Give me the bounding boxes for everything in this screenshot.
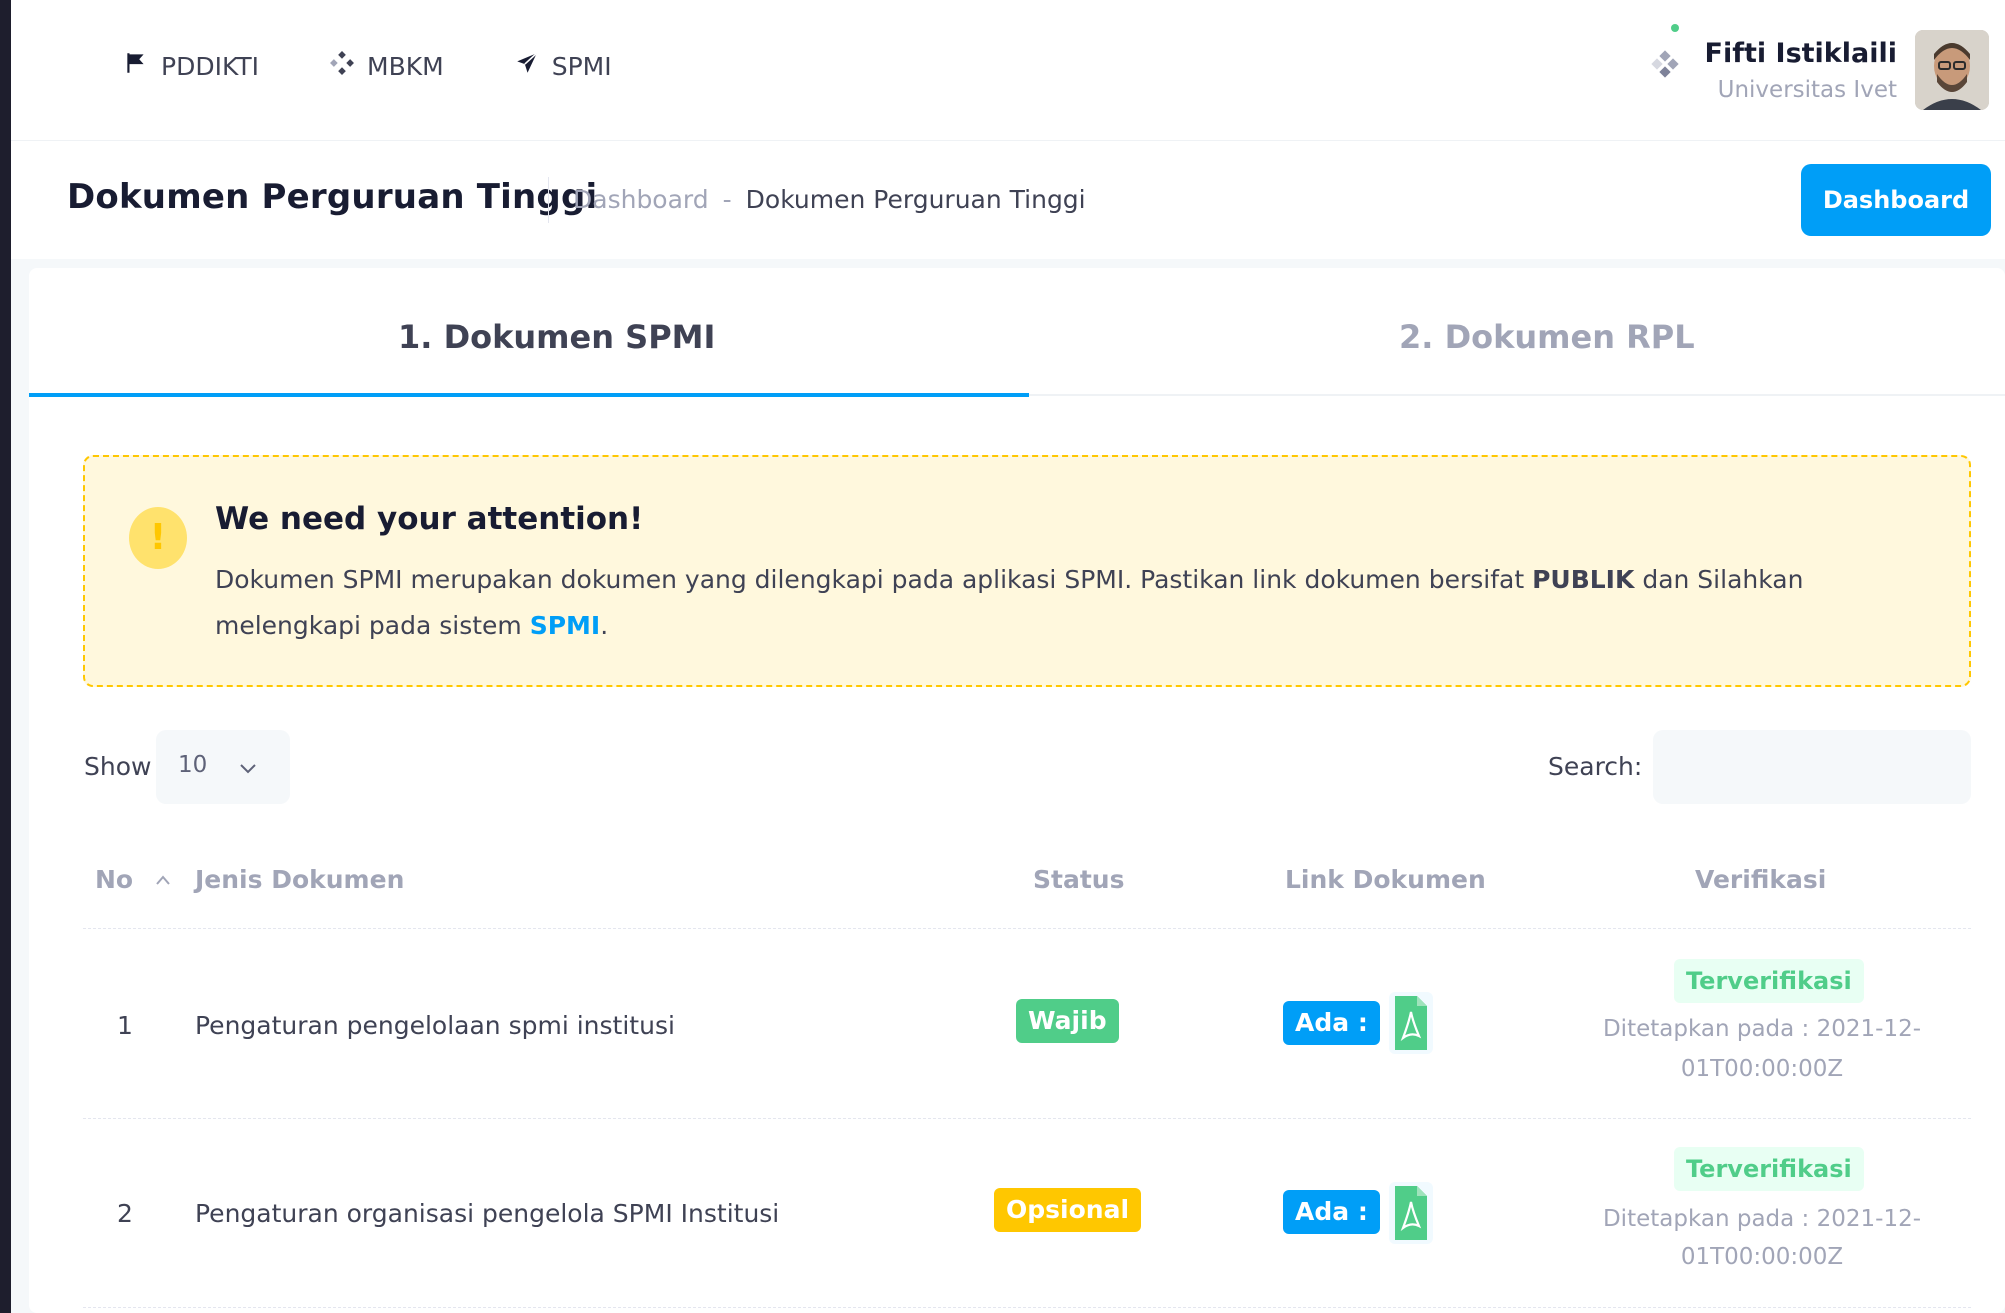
nav-item-spmi[interactable]: SPMI [514,50,612,82]
breadcrumb-current: Dokumen Perguruan Tinggi [745,185,1086,214]
active-tab-indicator [29,393,1029,397]
nav-item-mbkm[interactable]: MBKM [329,50,444,82]
alert-bold-text: PUBLIK [1532,565,1635,594]
search-label: Search: [1548,752,1643,781]
status-badge: Wajib [1016,999,1119,1043]
user-name: Fifti Istiklaili [1704,37,1897,69]
paper-plane-icon [514,50,540,82]
alert-title: We need your attention! [215,501,644,537]
alert-text: . [600,611,609,640]
verification-date: Ditetapkan pada : 2021-12- [1602,1206,1922,1232]
alert-message: Dokumen SPMI merupakan dokumen yang dile… [215,557,1935,649]
nav-item-pddikti[interactable]: PDDIKTI [123,50,259,82]
cell-jenis-dokumen: Pengaturan pengelolaan spmi institusi [195,1011,675,1040]
page: PDDIKTI MBKM SPMI Fifti Istiklaili Unive… [11,0,2005,1313]
column-header-status[interactable]: Status [1033,865,1124,894]
title-divider [548,177,549,223]
dashboard-button[interactable]: Dashboard [1801,164,1991,236]
dots-diamond-icon [329,50,355,82]
page-toolbar: Dokumen Perguruan Tinggi Dashboard - Dok… [11,141,2005,259]
nav-item-label: MBKM [367,51,444,81]
row-divider [83,1118,1971,1119]
user-menu[interactable]: Fifti Istiklaili Universitas Ivet [1705,30,1989,110]
user-organization: Universitas Ivet [1717,76,1897,103]
pdf-file-icon[interactable] [1389,1182,1433,1244]
cell-no: 2 [117,1199,133,1228]
attention-alert: ! We need your attention! Dokumen SPMI m… [83,455,1971,687]
page-title: Dokumen Perguruan Tinggi [67,177,598,217]
column-header-verifikasi[interactable]: Verifikasi [1695,865,1826,894]
link-ada-button[interactable]: Ada : [1283,1001,1380,1045]
nav-item-label: SPMI [551,51,612,81]
verification-date: Ditetapkan pada : 2021-12- [1602,1016,1922,1042]
page-length-value: 10 [178,752,208,778]
search-input[interactable] [1653,730,1971,804]
breadcrumb-separator: - [722,185,732,214]
verification-badge: Terverifikasi [1674,1147,1864,1191]
verification-date: 01T00:00:00Z [1680,1244,1844,1270]
exclamation-icon: ! [129,507,187,569]
alert-text: Dokumen SPMI merupakan dokumen yang dile… [215,565,1533,594]
tab-dokumen-spmi[interactable]: 1. Dokumen SPMI [398,318,715,356]
tab-dokumen-rpl[interactable]: 2. Dokumen RPL [1399,318,1695,356]
column-header-no[interactable]: No [95,865,133,894]
cell-jenis-dokumen: Pengaturan organisasi pengelola SPMI Ins… [195,1199,780,1228]
page-length-select[interactable]: 10 [156,730,290,804]
row-divider [83,1307,1971,1308]
show-label: Show [84,752,152,781]
column-header-link-dokumen[interactable]: Link Dokumen [1285,865,1486,894]
verification-badge: Terverifikasi [1674,959,1864,1003]
sort-asc-icon[interactable] [154,872,172,886]
row-divider [83,928,1971,929]
column-header-jenis-dokumen[interactable]: Jenis Dokumen [195,865,404,894]
top-nav: PDDIKTI MBKM SPMI [123,50,612,82]
spmi-link[interactable]: SPMI [530,611,601,640]
flag-icon [123,50,149,82]
status-badge: Opsional [994,1188,1142,1232]
cell-no: 1 [117,1011,133,1040]
link-ada-button[interactable]: Ada : [1283,1190,1380,1234]
breadcrumb: Dashboard - Dokumen Perguruan Tinggi [573,185,1086,214]
apps-menu-icon[interactable] [1647,22,1683,94]
top-header: PDDIKTI MBKM SPMI Fifti Istiklaili Unive… [11,0,2005,141]
avatar[interactable] [1915,30,1989,110]
verification-date: 01T00:00:00Z [1680,1056,1844,1082]
nav-item-label: PDDIKTI [161,51,260,81]
chevron-down-icon [236,756,260,780]
breadcrumb-home-link[interactable]: Dashboard [573,185,709,214]
pdf-file-icon[interactable] [1389,992,1433,1054]
left-edge-strip [0,0,11,1313]
